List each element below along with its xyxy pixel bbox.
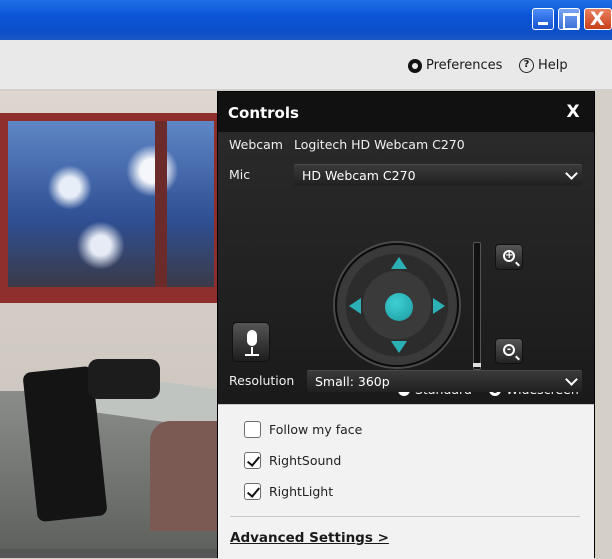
- video-person: [150, 421, 224, 531]
- preferences-label: Preferences: [426, 58, 503, 73]
- pan-right-arrow[interactable]: [433, 298, 445, 314]
- help-label: Help: [538, 58, 568, 73]
- help-icon: ?: [519, 58, 534, 73]
- advanced-settings-link[interactable]: Advanced Settings >: [230, 530, 389, 546]
- close-icon: X: [590, 8, 605, 30]
- mic-select-value: HD Webcam C270: [302, 168, 416, 183]
- follow-my-face-checkbox[interactable]: Follow my face: [244, 421, 362, 438]
- microphone-icon-base: [245, 354, 259, 356]
- zoom-slider[interactable]: [473, 242, 481, 370]
- divider: [230, 516, 580, 517]
- pan-down-arrow[interactable]: [391, 341, 407, 353]
- controls-options-section: Follow my face RightSound RightLight Adv…: [218, 404, 594, 559]
- minimize-button[interactable]: [532, 8, 554, 30]
- resolution-select[interactable]: Small: 360p: [307, 370, 582, 392]
- chevron-down-icon: [565, 167, 578, 180]
- video-window-view: [8, 121, 214, 287]
- rightlight-label: RightLight: [269, 484, 334, 499]
- maximize-button[interactable]: [558, 8, 580, 30]
- checkbox-checked-icon: [244, 452, 261, 469]
- controls-panel: Controls X Webcam Logitech HD Webcam C27…: [217, 91, 595, 559]
- controls-header: Controls X: [218, 92, 594, 132]
- microphone-icon: [247, 330, 257, 346]
- mic-mute-button[interactable]: [232, 322, 270, 362]
- help-link[interactable]: ? Help: [519, 58, 568, 73]
- pan-left-arrow[interactable]: [349, 298, 361, 314]
- webcam-value: Logitech HD Webcam C270: [294, 137, 465, 152]
- mic-select[interactable]: HD Webcam C270: [294, 164, 582, 186]
- zoom-slider-knob[interactable]: [473, 363, 481, 367]
- pan-up-arrow[interactable]: [391, 257, 407, 269]
- checkbox-checked-icon: [244, 483, 261, 500]
- zoom-in-button[interactable]: +: [495, 244, 523, 270]
- checkbox-icon: [244, 421, 261, 438]
- video-window-mullion: [155, 121, 167, 287]
- pan-center-button[interactable]: [385, 293, 413, 321]
- zoom-in-icon: +: [503, 250, 515, 262]
- webcam-label: Webcam: [229, 137, 283, 152]
- video-bottom-bar: [0, 549, 224, 558]
- follow-my-face-label: Follow my face: [269, 422, 363, 437]
- pan-tilt-dpad: [335, 243, 459, 367]
- gear-icon: [408, 58, 422, 73]
- controls-dark-section: Webcam Logitech HD Webcam C270 Mic HD We…: [218, 132, 594, 404]
- preferences-link[interactable]: Preferences: [408, 58, 502, 73]
- controls-close-icon[interactable]: X: [562, 102, 584, 124]
- rightlight-checkbox[interactable]: RightLight: [244, 483, 333, 500]
- resolution-select-value: Small: 360p: [315, 374, 390, 389]
- microphone-icon-stem: [251, 347, 253, 354]
- window-title-bar: X: [0, 0, 612, 40]
- chevron-down-icon: [565, 373, 578, 386]
- mic-label: Mic: [229, 167, 251, 182]
- rightsound-checkbox[interactable]: RightSound: [244, 452, 341, 469]
- close-window-button[interactable]: X: [584, 8, 612, 30]
- zoom-out-icon: -: [503, 344, 515, 356]
- zoom-out-button[interactable]: -: [495, 338, 523, 364]
- video-chair: [88, 359, 160, 399]
- resolution-label: Resolution: [229, 373, 295, 388]
- webcam-preview: [0, 91, 224, 558]
- controls-title: Controls: [228, 104, 299, 122]
- rightsound-label: RightSound: [269, 453, 342, 468]
